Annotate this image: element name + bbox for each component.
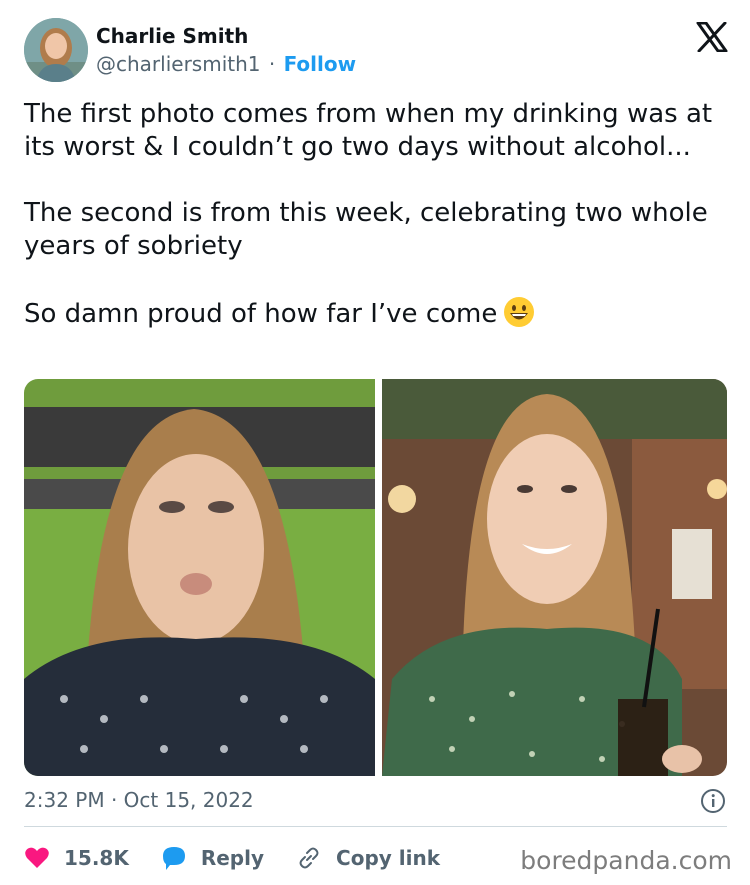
- divider: [24, 826, 727, 827]
- watermark: boredpanda.com: [520, 846, 732, 875]
- avatar[interactable]: [24, 18, 88, 82]
- info-icon[interactable]: [700, 788, 726, 814]
- handle-row: @charliersmith1 · Follow: [96, 52, 356, 76]
- tweet-media[interactable]: [24, 379, 727, 776]
- heart-icon: [25, 847, 49, 868]
- tweet-paragraph-last: So damn proud of how far I’ve come: [24, 296, 724, 331]
- before-photo[interactable]: [24, 379, 375, 776]
- tweet-paragraph: The first photo comes from when my drink…: [24, 99, 713, 162]
- tweet-header: Charlie Smith @charliersmith1 · Follow: [24, 18, 728, 84]
- copy-link-label: Copy link: [336, 846, 441, 870]
- copy-link-button[interactable]: Copy link: [296, 845, 440, 871]
- after-photo[interactable]: [382, 379, 727, 776]
- reply-label: Reply: [200, 846, 265, 870]
- tweet-timestamp[interactable]: 2:32 PM · Oct 15, 2022: [24, 788, 254, 812]
- tweet-text: The first photo comes from when my drink…: [24, 98, 724, 331]
- link-icon: [299, 847, 319, 869]
- separator-dot: ·: [268, 52, 276, 76]
- action-bar: 15.8K Reply Copy link: [24, 840, 472, 876]
- follow-button[interactable]: Follow: [284, 52, 357, 76]
- reply-bubble-icon: [162, 847, 185, 870]
- author-name[interactable]: Charlie Smith: [96, 24, 248, 48]
- like-count: 15.8K: [64, 846, 129, 870]
- x-logo-icon[interactable]: [696, 22, 728, 52]
- author-handle[interactable]: @charliersmith1: [96, 52, 261, 76]
- tweet-paragraph: So damn proud of how far I’ve come: [24, 299, 498, 329]
- tweet-paragraph: The second is from this week, celebratin…: [24, 198, 708, 261]
- like-button[interactable]: 15.8K: [24, 846, 129, 870]
- grinning-face-emoji-icon: [504, 297, 535, 327]
- reply-button[interactable]: Reply: [161, 845, 264, 871]
